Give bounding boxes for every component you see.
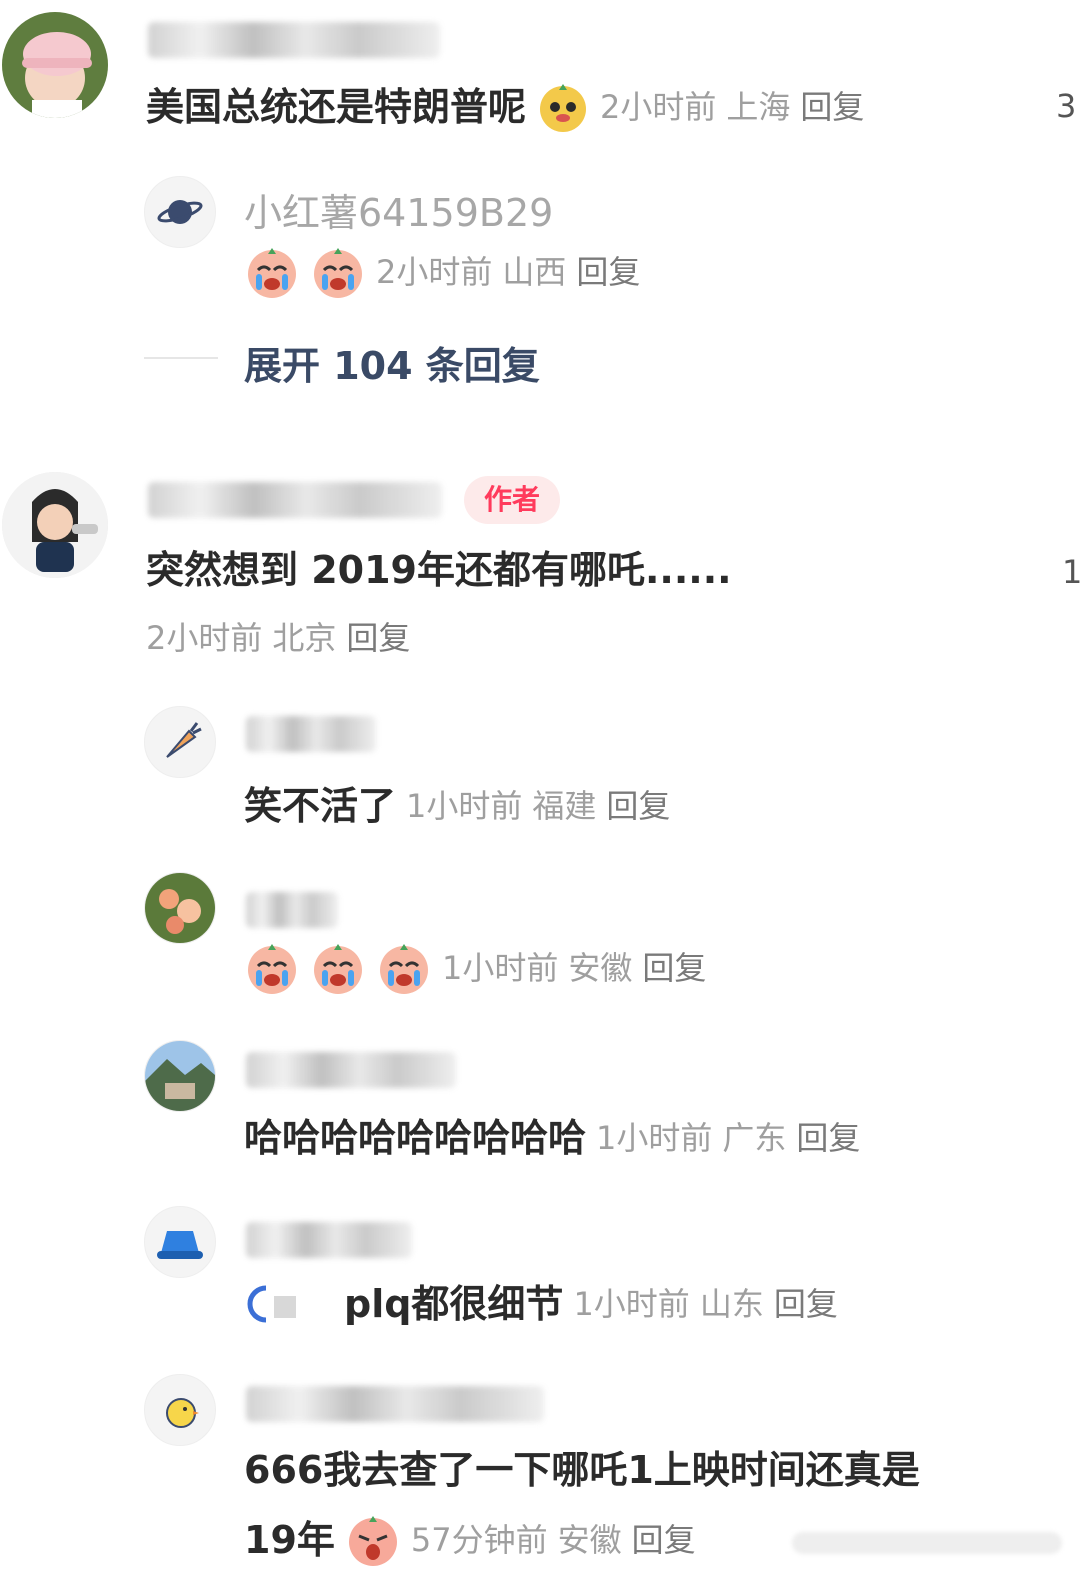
avatar[interactable]: [144, 706, 216, 778]
reply-button[interactable]: 回复: [576, 250, 640, 294]
comment-location: 上海: [726, 88, 791, 126]
cute-face-emoji-icon: [540, 84, 587, 132]
crying-face-emoji-icon: [248, 248, 296, 298]
reply-location: 广东: [722, 1119, 787, 1157]
username-blurred[interactable]: [246, 1052, 456, 1088]
reply-button[interactable]: 回复: [632, 1518, 696, 1562]
crying-face-emoji-icon: [314, 248, 362, 298]
comment-location: 北京: [272, 619, 337, 657]
mention-tag-icon[interactable]: [244, 1280, 300, 1328]
planet-icon: [157, 200, 203, 224]
username-blurred[interactable]: [246, 716, 376, 752]
like-count: 3: [1056, 87, 1077, 125]
watermark: [792, 1532, 1062, 1554]
avatar[interactable]: [144, 1040, 216, 1112]
avatar-landscape-icon: [145, 1041, 215, 1111]
reply-text: 哈哈哈哈哈哈哈哈哈: [244, 1116, 587, 1160]
reply-text: plq都很细节: [344, 1282, 564, 1326]
carrot-icon: [166, 722, 202, 758]
reply-location: 山东: [699, 1285, 764, 1323]
reply-time: 1小时前: [596, 1119, 713, 1157]
reply-location: 安徽: [557, 1521, 622, 1559]
username-blurred[interactable]: [246, 1222, 412, 1258]
reply-location: 福建: [532, 787, 597, 825]
comment-text: 突然想到 2019年还都有哪吒......: [146, 548, 732, 592]
reply-location: 安徽: [568, 949, 633, 987]
shocked-face-emoji-icon: [348, 1516, 397, 1566]
username-blurred[interactable]: [246, 892, 338, 928]
reply-time: 1小时前: [573, 1285, 690, 1323]
bucket-hat-icon: [157, 1231, 203, 1259]
reply-button[interactable]: 回复: [346, 616, 410, 660]
reply-text: 笑不活了: [244, 784, 397, 828]
reply-button[interactable]: 回复: [800, 85, 864, 129]
avatar[interactable]: [2, 472, 108, 578]
like-count: 1: [1062, 553, 1080, 591]
avatar[interactable]: [2, 12, 108, 118]
avatar[interactable]: [144, 1374, 216, 1446]
reply-time: 1小时前: [406, 787, 523, 825]
chick-icon: [166, 1398, 199, 1428]
avatar-cartoon-girl-icon: [2, 472, 108, 578]
reply-time: 57分钟前: [410, 1521, 548, 1559]
reply-time: 1小时前: [442, 949, 559, 987]
reply-username[interactable]: 小红薯64159B29: [244, 182, 553, 237]
crying-face-emoji-icon: [314, 944, 362, 994]
reply-button[interactable]: 回复: [774, 1282, 838, 1326]
expand-replies-button[interactable]: 展开 104 条回复: [244, 335, 540, 390]
avatar[interactable]: [144, 176, 216, 248]
avatar[interactable]: [144, 1206, 216, 1278]
username-blurred[interactable]: [246, 1386, 544, 1422]
avatar-flowers-icon: [145, 873, 215, 943]
comment-time: 2小时前: [600, 88, 717, 126]
reply-text-line1: 666我去查了一下哪吒1上映时间还真是: [244, 1448, 920, 1492]
reply-location: 山西: [502, 253, 567, 291]
avatar[interactable]: [144, 872, 216, 944]
avatar-girl-pink-hat-icon: [2, 12, 108, 118]
author-badge: 作者: [464, 476, 561, 524]
username-blurred[interactable]: [148, 482, 442, 518]
expand-divider: [144, 357, 218, 359]
reply-button[interactable]: 回复: [606, 784, 670, 828]
comment-text: 美国总统还是特朗普呢: [146, 85, 527, 129]
reply-button[interactable]: 回复: [796, 1116, 860, 1160]
comment-time: 2小时前: [146, 619, 263, 657]
reply-button[interactable]: 回复: [642, 946, 706, 990]
username-blurred[interactable]: [148, 22, 440, 58]
crying-face-emoji-icon: [380, 944, 428, 994]
crying-face-emoji-icon: [248, 944, 296, 994]
reply-time: 2小时前: [376, 253, 493, 291]
reply-text-line2: 19年: [244, 1518, 335, 1562]
